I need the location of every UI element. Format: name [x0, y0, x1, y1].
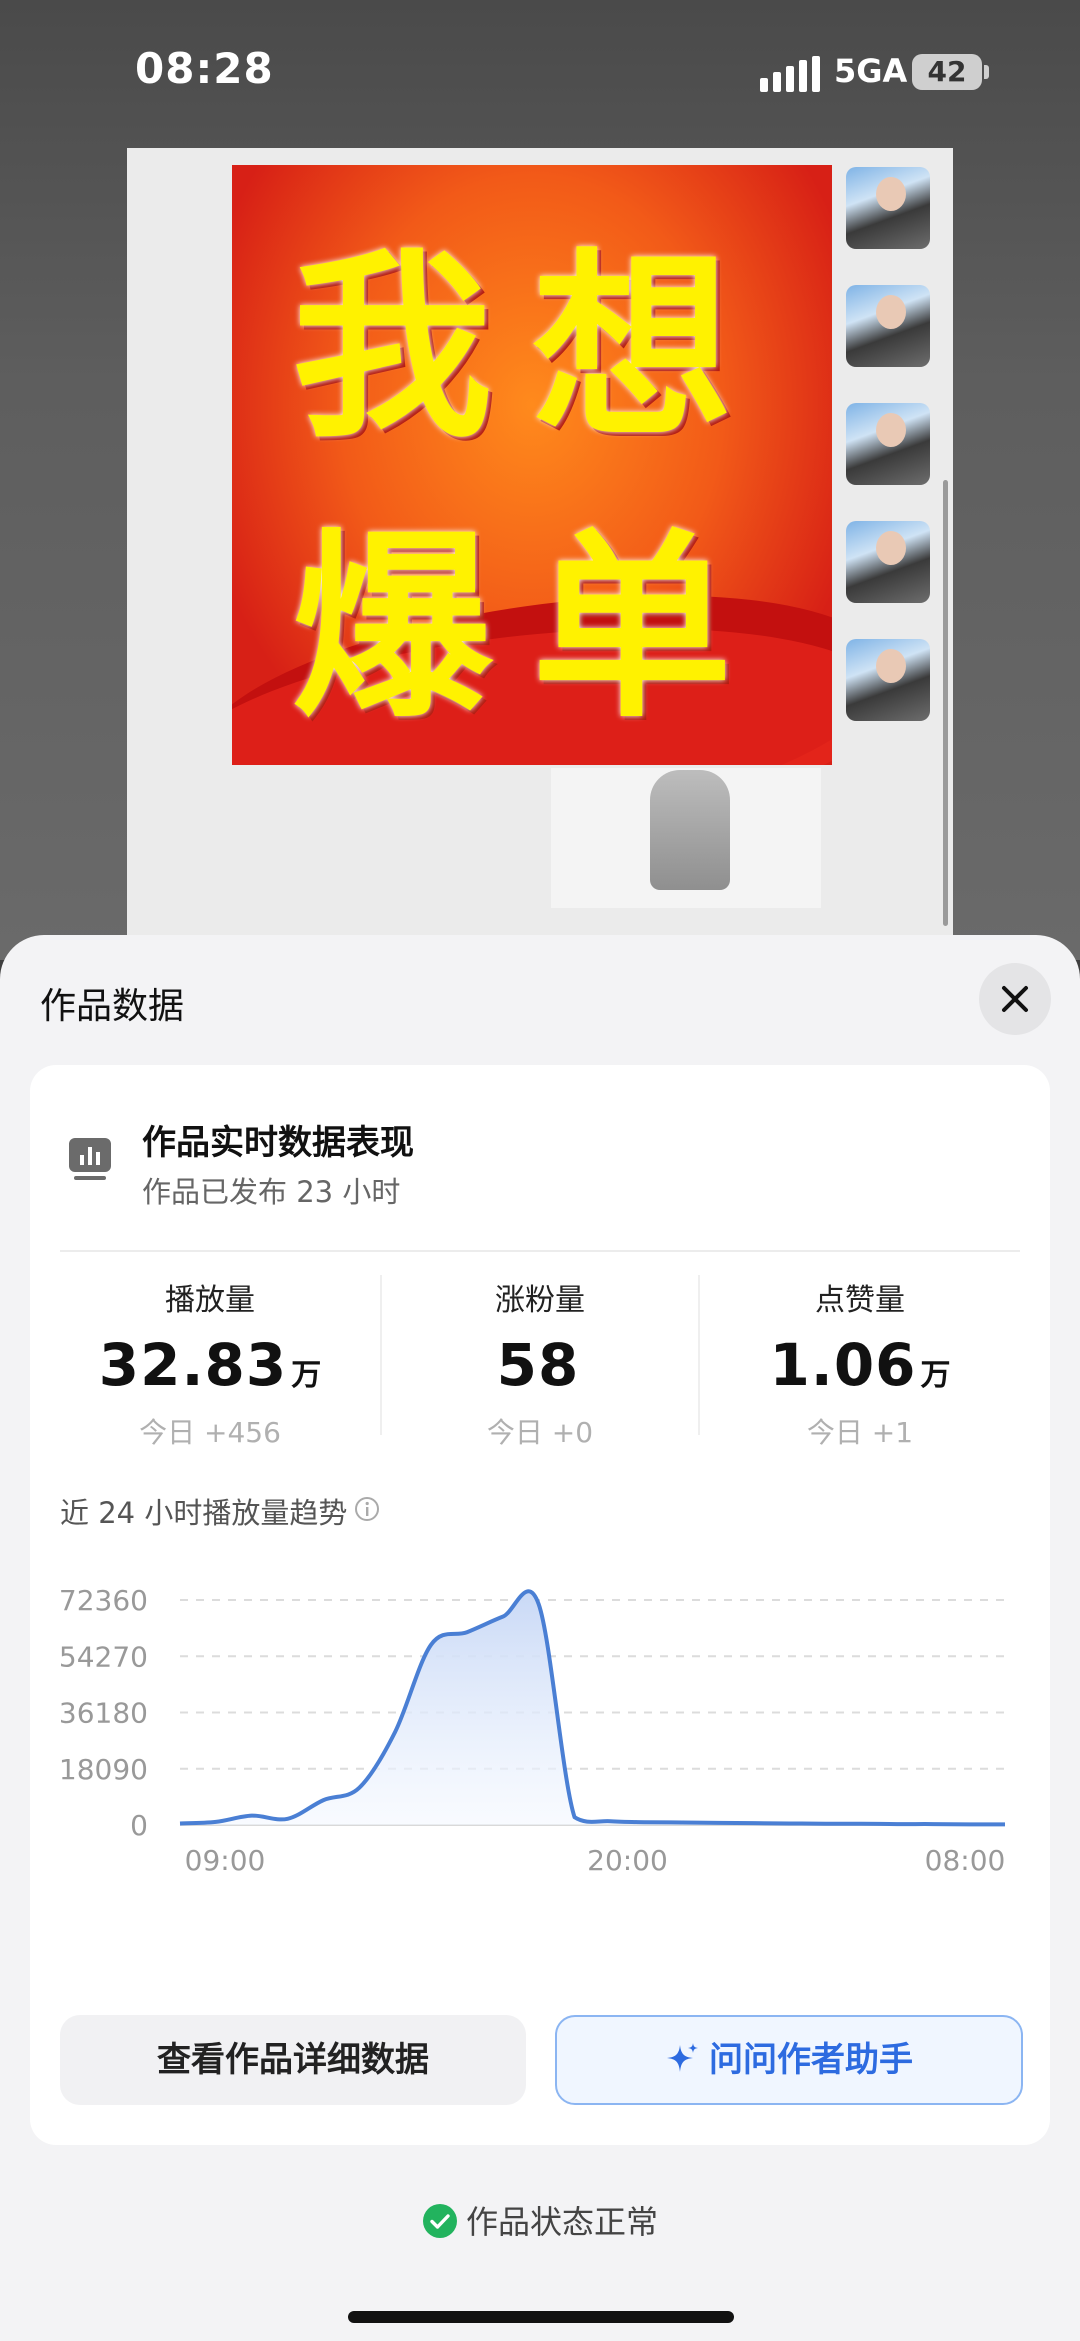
- y-tick-label: 54270: [59, 1640, 148, 1673]
- avatar[interactable]: [846, 639, 930, 721]
- metric-delta: 今日 +1: [806, 1416, 914, 1449]
- x-tick-label: 20:00: [587, 1844, 668, 1877]
- metric-delta: 今日 +456: [139, 1416, 281, 1449]
- bar-chart-icon: [69, 1138, 111, 1180]
- check-circle-icon: [422, 2204, 457, 2238]
- poster-image: 我想 爆单: [232, 165, 832, 765]
- card-title: 作品实时数据表现: [142, 1123, 414, 1163]
- avatar[interactable]: [846, 521, 930, 603]
- metric-value: 32.83: [98, 1331, 288, 1399]
- status-time: 08:28: [135, 44, 274, 93]
- realtime-data-card: 作品实时数据表现 作品已发布 23 小时 播放量 32.83 万 今日 +456 …: [30, 1065, 1050, 2145]
- network-label: 5GA: [834, 52, 908, 90]
- info-icon[interactable]: [353, 1495, 381, 1523]
- series-line: [179, 1589, 1006, 1827]
- x-tick-label: 08:00: [925, 1844, 1006, 1877]
- metric-unit: 万: [291, 1358, 322, 1393]
- work-status: 作品状态正常: [0, 2197, 1080, 2243]
- battery-tip: [984, 65, 989, 79]
- avatar[interactable]: [846, 167, 930, 249]
- metric-plays[interactable]: 播放量 32.83 万 今日 +456: [50, 1275, 370, 1451]
- avatar[interactable]: [846, 403, 930, 485]
- metric-value: 58: [496, 1331, 580, 1399]
- y-tick-label: 72360: [59, 1584, 148, 1617]
- sheet-title: 作品数据: [40, 986, 185, 1027]
- publish-time: 作品已发布 23 小时: [142, 1175, 401, 1209]
- metric-label: 播放量: [165, 1283, 255, 1318]
- avatar[interactable]: [846, 285, 930, 367]
- metric-label: 点赞量: [815, 1283, 905, 1318]
- series-area: [180, 1591, 1005, 1825]
- metric-followers[interactable]: 涨粉量 58 今日 +0: [380, 1275, 700, 1451]
- avatar-column: [846, 167, 930, 757]
- signal-icon: [760, 56, 822, 92]
- metric-delta: 今日 +0: [486, 1416, 594, 1449]
- scrollbar[interactable]: [943, 480, 948, 926]
- poster-text-line1: 我想: [291, 232, 772, 465]
- figure-silhouette: [650, 770, 730, 890]
- metric-label: 涨粉量: [495, 1283, 585, 1318]
- work-status-text: 作品状态正常: [465, 2203, 658, 2241]
- y-tick-label: 36180: [59, 1697, 148, 1730]
- metric-unit: 万: [920, 1358, 951, 1393]
- y-tick-label: 0: [130, 1809, 148, 1842]
- close-icon: [1002, 986, 1028, 1012]
- home-indicator[interactable]: [348, 2311, 734, 2323]
- view-detail-data-button[interactable]: 查看作品详细数据: [60, 2015, 526, 2105]
- status-bar: 08:28 5GA 42: [0, 0, 1080, 140]
- ask-author-assistant-button[interactable]: 问问作者助手: [555, 2015, 1023, 2105]
- play-trend-chart: 72360 54270 36180 18090 0 09:00 20:00 08:00: [59, 1584, 1006, 1877]
- battery-icon: 42: [912, 54, 982, 90]
- metric-likes[interactable]: 点赞量 1.06 万 今日 +1: [700, 1275, 1020, 1451]
- assistant-button-label: 问问作者助手: [709, 2040, 913, 2080]
- metric-value: 1.06: [769, 1331, 917, 1399]
- work-data-sheet: 作品数据 作品实时数据表现 作品已发布 23 小时 播放量 32.83 万 今日 …: [0, 935, 1080, 2341]
- y-tick-label: 18090: [59, 1753, 148, 1786]
- close-button[interactable]: [979, 963, 1051, 1035]
- sparkle-icon: [667, 2042, 698, 2072]
- poster-text-line2: 爆单: [291, 512, 772, 745]
- x-tick-label: 09:00: [185, 1844, 266, 1877]
- divider: [60, 1250, 1020, 1252]
